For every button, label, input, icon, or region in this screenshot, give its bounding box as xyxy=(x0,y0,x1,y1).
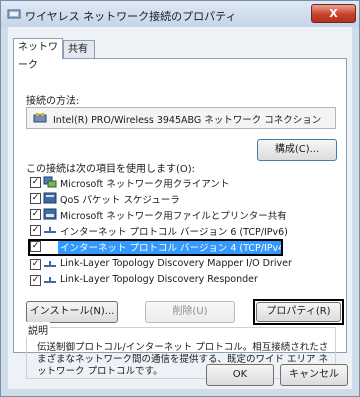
network-client-icon xyxy=(43,176,57,188)
tab-sharing[interactable]: 共有 xyxy=(63,40,95,58)
title-bar[interactable]: ワイヤレス ネットワーク接続のプロパティ X xyxy=(1,1,359,27)
adapter-box: Intel(R) PRO/Wireless 3945ABG ネットワーク コネク… xyxy=(26,107,336,129)
list-item[interactable]: ✓ Microsoft ネットワーク用クライアント xyxy=(26,175,336,190)
item-label: Link-Layer Topology Discovery Mapper I/O… xyxy=(60,258,292,269)
item-label: Link-Layer Topology Discovery Responder xyxy=(60,274,258,285)
qos-scheduler-icon xyxy=(43,192,57,204)
file-printer-share-icon xyxy=(43,208,57,220)
item-checkbox[interactable]: ✓ xyxy=(30,225,41,236)
items-label: この接続は次の項目を使用します(O): xyxy=(26,164,196,175)
item-checkbox[interactable]: ✓ xyxy=(30,209,41,220)
item-checkbox[interactable]: ✓ xyxy=(30,177,41,188)
close-button[interactable]: X xyxy=(311,4,356,23)
window-title: ワイヤレス ネットワーク接続のプロパティ xyxy=(25,10,237,23)
adapter-name: Intel(R) PRO/Wireless 3945ABG ネットワーク コネク… xyxy=(53,115,322,126)
properties-window: ワイヤレス ネットワーク接続のプロパティ X ネットワーク 共有 接続の方法: … xyxy=(0,0,360,397)
list-item[interactable]: ✓ Microsoft ネットワーク用ファイルとプリンター共有 xyxy=(26,207,336,222)
protocol-icon xyxy=(44,261,56,267)
properties-highlight-frame xyxy=(253,299,344,325)
adapter-icon xyxy=(33,113,47,123)
item-checkbox[interactable]: ✓ xyxy=(30,259,41,270)
list-item[interactable]: ✓ QoS パケット スケジューラ xyxy=(26,191,336,206)
protocol-icon xyxy=(44,227,56,233)
list-item[interactable]: ✓ Link-Layer Topology Discovery Responde… xyxy=(26,273,336,288)
items-list[interactable]: ✓ Microsoft ネットワーク用クライアント ✓ QoS パケット スケジ… xyxy=(26,175,336,293)
uninstall-button[interactable]: 削除(U) xyxy=(145,301,235,323)
item-label: Microsoft ネットワーク用クライアント xyxy=(60,179,230,190)
list-item[interactable]: ✓ Link-Layer Topology Discovery Mapper I… xyxy=(26,257,336,272)
item-checkbox[interactable]: ✓ xyxy=(30,275,41,286)
install-button[interactable]: インストール(N)... xyxy=(26,301,118,323)
network-adapter-icon xyxy=(7,9,21,19)
item-label: Microsoft ネットワーク用ファイルとプリンター共有 xyxy=(60,211,287,222)
configure-button[interactable]: 構成(C)... xyxy=(257,139,337,161)
description-label: 説明 xyxy=(26,322,50,337)
item-checkbox[interactable]: ✓ xyxy=(30,193,41,204)
protocol-icon xyxy=(44,277,56,283)
list-item[interactable]: ✓ インターネット プロトコル バージョン 6 (TCP/IPv6) xyxy=(26,223,336,238)
ok-button[interactable]: OK xyxy=(206,364,274,386)
tab-panel: 接続の方法: Intel(R) PRO/Wireless 3945ABG ネット… xyxy=(13,58,347,379)
tab-network[interactable]: ネットワーク xyxy=(13,38,63,71)
dialog-client: ネットワーク 共有 接続の方法: Intel(R) PRO/Wireless 3… xyxy=(8,27,352,389)
item-label: QoS パケット スケジューラ xyxy=(60,195,180,206)
selected-item-frame xyxy=(28,239,283,256)
connection-label: 接続の方法: xyxy=(26,96,80,107)
item-label: インターネット プロトコル バージョン 6 (TCP/IPv6) xyxy=(60,227,288,238)
cancel-button[interactable]: キャンセル xyxy=(280,364,348,386)
